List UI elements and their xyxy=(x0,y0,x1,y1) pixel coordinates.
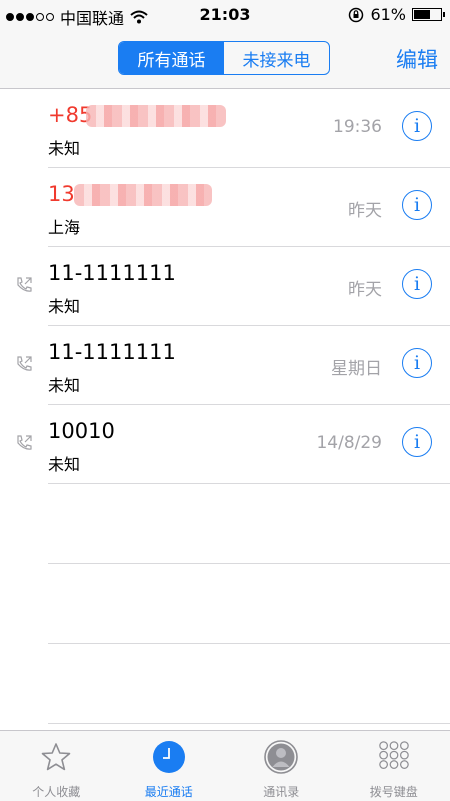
call-row[interactable]: 10010 未知 14/8/29 i xyxy=(0,405,450,484)
status-right: 61% xyxy=(348,5,442,24)
info-icon[interactable]: i xyxy=(402,269,432,299)
call-location: 未知 xyxy=(48,293,80,317)
call-time: 19:36 xyxy=(333,117,382,137)
call-row[interactable]: 13 上海 昨天 i xyxy=(0,168,450,247)
tab-bar: 个人收藏 最近通话 通讯录 xyxy=(0,730,450,801)
recent-calls-list: +85 未知 19:36 i 13 上海 昨天 i 11-1111111 未知 … xyxy=(0,89,450,724)
contacts-icon xyxy=(264,740,298,774)
info-icon[interactable]: i xyxy=(402,427,432,457)
empty-row xyxy=(0,644,450,724)
info-icon[interactable]: i xyxy=(402,348,432,378)
outgoing-call-icon xyxy=(15,276,33,294)
orientation-lock-icon xyxy=(348,7,364,23)
call-location: 未知 xyxy=(48,135,80,159)
status-bar: 中国联通 21:03 61% xyxy=(0,0,450,30)
call-time: 昨天 xyxy=(348,275,382,300)
battery-level xyxy=(414,10,430,19)
info-icon[interactable]: i xyxy=(402,111,432,141)
clock-icon xyxy=(152,740,186,774)
empty-row xyxy=(0,484,450,564)
keypad-icon xyxy=(377,740,411,774)
call-location: 未知 xyxy=(48,451,80,475)
call-number: 10010 xyxy=(48,419,115,443)
edit-button[interactable]: 编辑 xyxy=(396,44,438,74)
call-filter-segmented-control: 所有通话 未接来电 xyxy=(118,41,330,75)
tab-label: 拨号键盘 xyxy=(370,783,418,800)
call-location: 未知 xyxy=(48,372,80,396)
tab-favorites[interactable]: 个人收藏 xyxy=(0,731,113,801)
call-location: 上海 xyxy=(48,214,80,238)
call-row[interactable]: +85 未知 19:36 i xyxy=(0,89,450,168)
call-number: 11-1111111 xyxy=(48,261,176,285)
tab-keypad[interactable]: 拨号键盘 xyxy=(338,731,450,801)
tab-recents[interactable]: 最近通话 xyxy=(113,731,226,801)
call-time: 星期日 xyxy=(331,354,382,379)
call-number: 11-1111111 xyxy=(48,340,176,364)
redacted-number xyxy=(74,184,212,206)
call-time: 昨天 xyxy=(348,196,382,221)
tab-label: 最近通话 xyxy=(145,783,193,800)
call-time: 14/8/29 xyxy=(316,433,382,453)
tab-contacts[interactable]: 通讯录 xyxy=(225,731,338,801)
call-row[interactable]: 11-1111111 未知 昨天 i xyxy=(0,247,450,326)
empty-row xyxy=(0,564,450,644)
outgoing-call-icon xyxy=(15,355,33,373)
tab-label: 通讯录 xyxy=(263,783,299,800)
redacted-number xyxy=(86,105,226,127)
info-icon[interactable]: i xyxy=(402,190,432,220)
call-row[interactable]: 11-1111111 未知 星期日 i xyxy=(0,326,450,405)
battery-icon xyxy=(412,8,442,21)
battery-percent: 61% xyxy=(370,5,406,24)
outgoing-call-icon xyxy=(15,434,33,452)
call-number: 13 xyxy=(48,182,75,206)
star-icon xyxy=(39,740,73,774)
tab-label: 个人收藏 xyxy=(32,783,80,800)
segment-all-calls[interactable]: 所有通话 xyxy=(119,42,224,74)
segment-missed-calls[interactable]: 未接来电 xyxy=(224,42,329,74)
nav-bar: 所有通话 未接来电 编辑 xyxy=(0,30,450,89)
